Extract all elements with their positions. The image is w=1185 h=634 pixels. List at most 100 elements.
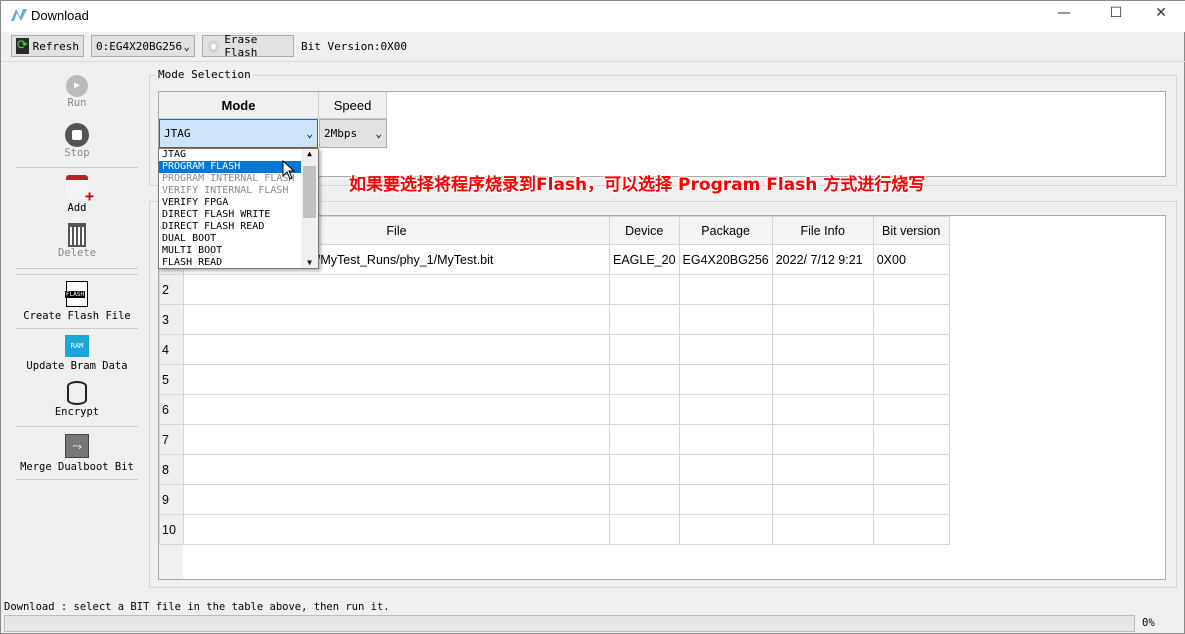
row-number: 7 [159, 424, 184, 455]
cell-package[interactable] [678, 274, 773, 305]
cell-package[interactable] [678, 304, 773, 335]
column-header-bit-version[interactable]: Bit version [872, 216, 950, 245]
dropdown-option[interactable]: MULTI BOOT [159, 245, 301, 257]
erase-flash-label: Erase Flash [224, 33, 258, 59]
cell-file[interactable] [183, 274, 610, 305]
table-row[interactable]: 10 [159, 514, 950, 545]
refresh-button[interactable]: ⟳ Refresh [11, 35, 84, 57]
device-select[interactable]: 0:EG4X20BG256 ⌄ [91, 35, 195, 57]
table-row[interactable]: 8 [159, 454, 950, 485]
table-row[interactable]: 6 [159, 394, 950, 425]
cell-info[interactable] [771, 274, 874, 305]
column-header-file-info[interactable]: File Info [771, 216, 874, 245]
cell-info[interactable] [771, 514, 874, 545]
cell-package[interactable] [678, 334, 773, 365]
disc-icon [207, 38, 221, 54]
cell-file[interactable] [183, 334, 610, 365]
cell-bitver[interactable]: 0X00 [872, 244, 950, 275]
scroll-down-icon[interactable]: ▼ [301, 258, 318, 267]
dropdown-option[interactable]: FLASH READ [159, 257, 301, 269]
cell-package[interactable] [678, 424, 773, 455]
erase-flash-button[interactable]: Erase Flash [202, 33, 294, 59]
mode-select[interactable]: JTAG ⌄ [159, 119, 318, 148]
scroll-up-icon[interactable]: ▲ [301, 149, 318, 158]
cell-bitver[interactable] [872, 484, 950, 515]
cell-device[interactable] [609, 274, 680, 305]
dropdown-option[interactable]: PROGRAM INTERNAL FLASH [159, 173, 301, 185]
cell-package[interactable] [678, 454, 773, 485]
dropdown-option[interactable]: VERIFY INTERNAL FLASH [159, 185, 301, 197]
cell-bitver[interactable] [872, 514, 950, 545]
cell-package[interactable] [678, 484, 773, 515]
dropdown-option[interactable]: VERIFY FPGA [159, 197, 301, 209]
cell-device[interactable] [609, 364, 680, 395]
cell-device[interactable] [609, 424, 680, 455]
dropdown-option[interactable]: DIRECT FLASH READ [159, 221, 301, 233]
cell-bitver[interactable] [872, 274, 950, 305]
table-row[interactable]: 5 [159, 364, 950, 395]
progress-label: 0% [1142, 617, 1155, 629]
status-message: Download : select a BIT file in the tabl… [4, 601, 390, 613]
maximize-button[interactable]: ☐ [1101, 5, 1131, 27]
cell-file[interactable] [183, 364, 610, 395]
cell-package[interactable] [678, 394, 773, 425]
cell-file[interactable] [183, 484, 610, 515]
cell-device[interactable] [609, 454, 680, 485]
speed-select[interactable]: 2Mbps ⌄ [319, 119, 387, 148]
column-header-package[interactable]: Package [678, 216, 773, 245]
cell-bitver[interactable] [872, 304, 950, 335]
cell-bitver[interactable] [872, 424, 950, 455]
cell-bitver[interactable] [872, 394, 950, 425]
stop-button[interactable]: Stop [16, 123, 138, 159]
dropdown-option[interactable]: JTAG [159, 149, 301, 161]
cell-device[interactable] [609, 394, 680, 425]
minimize-button[interactable]: — [1049, 5, 1079, 27]
table-row[interactable]: 9 [159, 484, 950, 515]
cell-info[interactable]: 2022/ 7/12 9:21 [771, 244, 874, 275]
cell-info[interactable] [771, 364, 874, 395]
cell-package[interactable] [678, 514, 773, 545]
scrollbar-thumb[interactable] [303, 166, 316, 218]
mode-value: JTAG [164, 127, 191, 140]
encrypt-button[interactable]: Encrypt [16, 381, 138, 418]
merge-dualboot-button[interactable]: ⤳ Merge Dualboot Bit [16, 434, 138, 473]
cell-file[interactable] [183, 514, 610, 545]
cell-bitver[interactable] [872, 454, 950, 485]
cell-device[interactable]: EAGLE_20 [609, 244, 680, 275]
table-row[interactable]: 7 [159, 424, 950, 455]
update-bram-button[interactable]: RAM Update Bram Data [16, 335, 138, 372]
cell-file[interactable] [183, 304, 610, 335]
cell-file[interactable] [183, 424, 610, 455]
cell-package[interactable]: EG4X20BG256 [678, 244, 773, 275]
dropdown-option[interactable]: DUAL BOOT [159, 233, 301, 245]
cell-bitver[interactable] [872, 364, 950, 395]
add-button[interactable]: + Add [16, 175, 138, 214]
dropdown-option[interactable]: PROGRAM FLASH [159, 161, 301, 173]
ram-chip-icon: RAM [65, 335, 89, 357]
dropdown-option[interactable]: DIRECT FLASH WRITE [159, 209, 301, 221]
run-button[interactable]: ▶ Run [16, 75, 138, 109]
cell-package[interactable] [678, 364, 773, 395]
cell-info[interactable] [771, 334, 874, 365]
cell-info[interactable] [771, 424, 874, 455]
cell-device[interactable] [609, 304, 680, 335]
table-row[interactable]: 4 [159, 334, 950, 365]
cell-file[interactable] [183, 394, 610, 425]
cell-info[interactable] [771, 454, 874, 485]
cell-device[interactable] [609, 484, 680, 515]
table-row[interactable]: 2 [159, 274, 950, 305]
encrypt-label: Encrypt [54, 406, 100, 418]
cell-bitver[interactable] [872, 334, 950, 365]
cell-file[interactable] [183, 454, 610, 485]
column-header-device[interactable]: Device [609, 216, 680, 245]
cell-device[interactable] [609, 334, 680, 365]
cell-device[interactable] [609, 514, 680, 545]
cell-info[interactable] [771, 304, 874, 335]
cell-info[interactable] [771, 484, 874, 515]
close-button[interactable]: ✕ [1146, 5, 1176, 27]
dropdown-scrollbar[interactable]: ▲ ▼ [301, 149, 318, 268]
cell-info[interactable] [771, 394, 874, 425]
create-flash-file-button[interactable]: FLASH Create Flash File [16, 281, 138, 322]
table-row[interactable]: 3 [159, 304, 950, 335]
delete-button[interactable]: Delete [16, 223, 138, 259]
